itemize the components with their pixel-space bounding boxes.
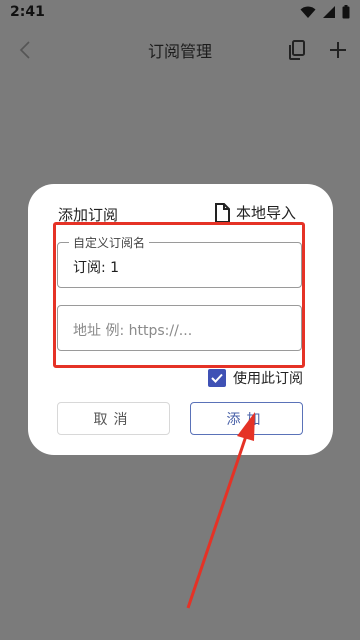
status-time: 2:41 [10, 4, 45, 20]
app-bar: 订阅管理 [0, 24, 360, 76]
status-icons [300, 5, 350, 19]
add-subscription-dialog: 添加订阅 本地导入 自定义订阅名 订阅: 1 地址 例: https://...… [28, 184, 333, 455]
local-import-button[interactable]: 本地导入 [214, 202, 296, 223]
plus-icon[interactable] [326, 38, 350, 62]
use-subscription-label: 使用此订阅 [233, 371, 303, 387]
annotation-highlight-box [53, 222, 305, 368]
status-bar: 2:41 [0, 0, 360, 24]
battery-icon [342, 5, 350, 19]
cancel-button[interactable]: 取消 [57, 402, 170, 435]
signal-icon [323, 6, 335, 18]
use-subscription-toggle[interactable]: 使用此订阅 [208, 368, 303, 388]
page-title: 订阅管理 [147, 42, 212, 61]
back-icon[interactable] [14, 38, 38, 62]
wifi-icon [300, 6, 316, 18]
file-icon [215, 202, 230, 223]
local-import-label: 本地导入 [236, 204, 297, 222]
checkmark-icon [211, 373, 223, 383]
add-button[interactable]: 添加 [190, 402, 303, 435]
checkbox[interactable] [208, 369, 226, 387]
copy-icon[interactable] [287, 39, 309, 61]
